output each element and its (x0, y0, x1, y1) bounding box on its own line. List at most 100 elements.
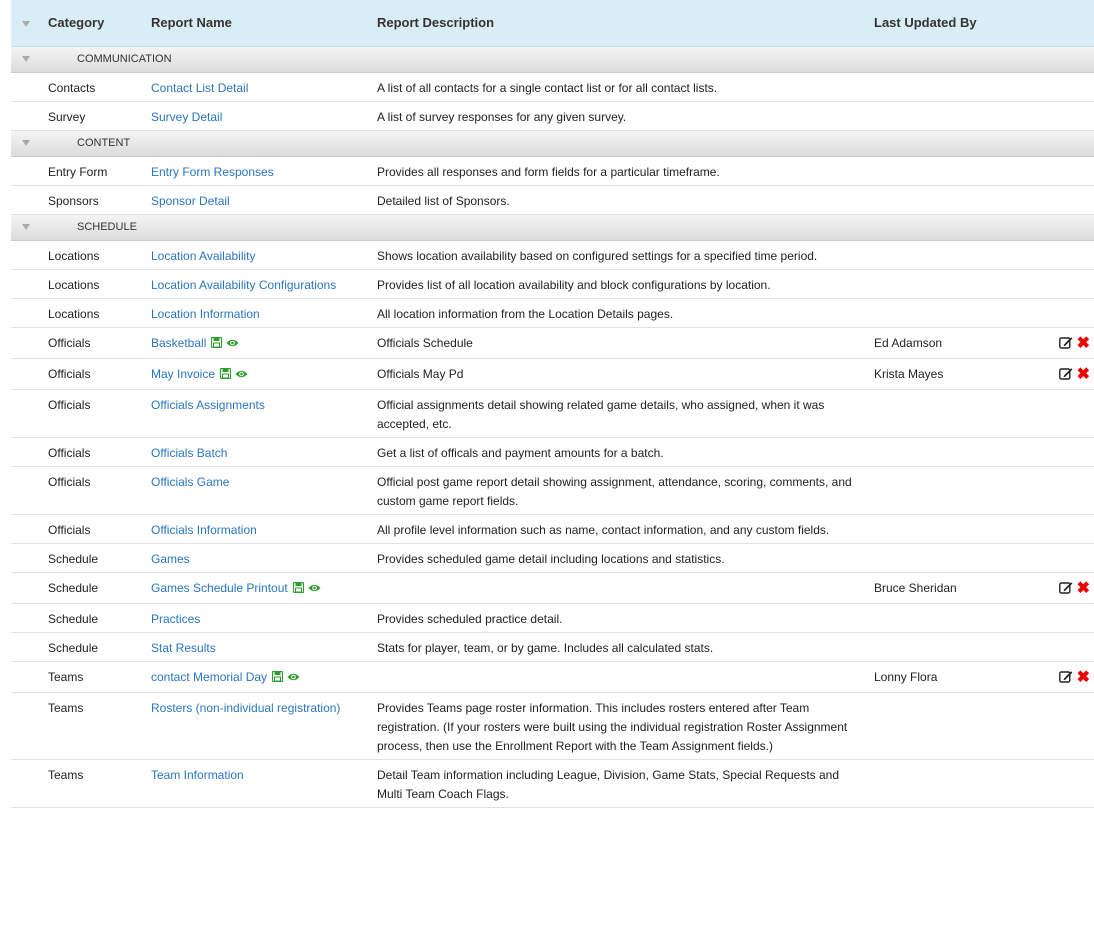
row-spacer (11, 632, 48, 662)
table-row: Officials Officials Information All profil… (11, 514, 1094, 544)
last-updated-by-cell (874, 759, 1044, 808)
row-actions (1044, 240, 1094, 270)
category-cell: Schedule (48, 543, 151, 573)
column-header-category[interactable]: Category (48, 0, 151, 47)
delete-x-icon[interactable]: ✖ (1077, 580, 1090, 596)
table-row: Entry Form Entry Form Responses Provides a… (11, 156, 1094, 186)
report-name-link[interactable]: Survey Detail (151, 110, 222, 124)
eye-icon[interactable] (226, 335, 239, 354)
last-updated-by-cell: Lonny Flora (874, 661, 1044, 693)
report-name-link[interactable]: Officials Information (151, 523, 257, 537)
group-row[interactable]: COMMUNICATION (11, 45, 1094, 73)
last-updated-by-cell (874, 466, 1044, 515)
eye-icon[interactable] (308, 580, 321, 599)
eye-icon[interactable] (235, 366, 248, 385)
report-description-cell: Officials May Pd (377, 358, 874, 390)
report-name-link[interactable]: Location Availability (151, 249, 256, 263)
report-name-link[interactable]: Games (151, 552, 190, 566)
row-spacer (11, 437, 48, 467)
report-name-link[interactable]: Stat Results (151, 641, 216, 655)
column-header-last-updated-by[interactable]: Last Updated By (874, 0, 1044, 47)
category-cell: Locations (48, 240, 151, 270)
row-actions (1044, 72, 1094, 102)
last-updated-by-cell: Ed Adamson (874, 327, 1044, 359)
group-row[interactable]: SCHEDULE (11, 213, 1094, 241)
report-name-link[interactable]: Games Schedule Printout (151, 581, 288, 595)
report-name-link[interactable]: Location Information (151, 307, 260, 321)
report-name-link[interactable]: Location Availability Configurations (151, 278, 336, 292)
table-header-row: Category Report Name Report Description … (11, 0, 1094, 47)
category-cell: Schedule (48, 572, 151, 604)
report-description-cell: Detail Team information including League… (377, 759, 874, 808)
report-name-cell: Location Availability (151, 240, 377, 270)
row-spacer (11, 466, 48, 515)
row-spacer (11, 240, 48, 270)
row-actions (1044, 632, 1094, 662)
delete-x-icon[interactable]: ✖ (1077, 669, 1090, 685)
group-row[interactable]: CONTENT (11, 129, 1094, 157)
report-description-cell: All profile level information such as na… (377, 514, 874, 544)
group-toggle[interactable] (11, 129, 48, 157)
report-name-cell: contact Memorial Day (151, 661, 377, 693)
report-name-link[interactable]: Practices (151, 612, 200, 626)
table-row: Officials Officials Game Official post gam… (11, 466, 1094, 515)
edit-icon[interactable] (1058, 670, 1073, 689)
report-name-link[interactable]: contact Memorial Day (151, 670, 267, 684)
table-row: Schedule Stat Results Stats for player, te… (11, 632, 1094, 662)
report-name-link[interactable]: Team Information (151, 768, 244, 782)
report-name-link[interactable]: Officials Game (151, 475, 229, 489)
caret-down-icon[interactable] (22, 139, 30, 146)
group-toggle[interactable] (11, 213, 48, 241)
row-spacer (11, 101, 48, 131)
last-updated-by-cell (874, 156, 1044, 186)
last-updated-by-cell (874, 298, 1044, 328)
eye-icon[interactable] (287, 669, 300, 688)
category-cell: Locations (48, 269, 151, 299)
report-name-link[interactable]: Sponsor Detail (151, 194, 230, 208)
delete-x-icon[interactable]: ✖ (1077, 335, 1090, 351)
report-name-link[interactable]: Entry Form Responses (151, 165, 274, 179)
row-spacer (11, 269, 48, 299)
report-description-cell: A list of survey responses for any given… (377, 101, 874, 131)
last-updated-by-cell (874, 632, 1044, 662)
report-name-link[interactable]: Rosters (non-individual registration) (151, 701, 340, 715)
group-toggle[interactable] (11, 45, 48, 73)
last-updated-by-cell (874, 437, 1044, 467)
table-row: Locations Location Availability Configura… (11, 269, 1094, 299)
report-name-link[interactable]: Basketball (151, 336, 206, 350)
caret-down-icon[interactable] (22, 55, 30, 62)
report-name-link[interactable]: Officials Assignments (151, 398, 265, 412)
report-name-link[interactable]: Contact List Detail (151, 81, 248, 95)
row-actions (1044, 466, 1094, 515)
caret-down-icon[interactable] (22, 223, 30, 230)
edit-icon[interactable] (1058, 367, 1073, 386)
report-table-body: COMMUNICATION Contacts Contact List Detail… (11, 45, 1094, 808)
column-header-report-description[interactable]: Report Description (377, 0, 874, 47)
report-description-cell: Provides all responses and form fields f… (377, 156, 874, 186)
row-spacer (11, 156, 48, 186)
row-spacer (11, 603, 48, 633)
row-spacer (11, 572, 48, 604)
report-name-cell: Location Availability Configurations (151, 269, 377, 299)
row-spacer (11, 543, 48, 573)
caret-down-icon[interactable] (22, 21, 30, 28)
collapse-all-toggle[interactable] (11, 0, 48, 47)
report-name-cell: Survey Detail (151, 101, 377, 131)
edit-icon[interactable] (1058, 336, 1073, 355)
report-name-cell: Rosters (non-individual registration) (151, 692, 377, 760)
last-updated-by-cell (874, 240, 1044, 270)
table-row: Teams contact Memorial Day Lonny Flora ✖ (11, 661, 1094, 693)
column-header-report-name[interactable]: Report Name (151, 0, 377, 47)
category-cell: Schedule (48, 632, 151, 662)
report-name-cell: Officials Information (151, 514, 377, 544)
delete-x-icon[interactable]: ✖ (1077, 366, 1090, 382)
table-row: Officials Basketball Officials Schedule Ed … (11, 327, 1094, 359)
edit-icon[interactable] (1058, 581, 1073, 600)
report-name-cell: Games Schedule Printout (151, 572, 377, 604)
last-updated-by-cell (874, 603, 1044, 633)
row-spacer (11, 661, 48, 693)
report-name-link[interactable]: Officials Batch (151, 446, 227, 460)
report-name-link[interactable]: May Invoice (151, 367, 215, 381)
row-spacer (11, 389, 48, 438)
last-updated-by-cell (874, 514, 1044, 544)
